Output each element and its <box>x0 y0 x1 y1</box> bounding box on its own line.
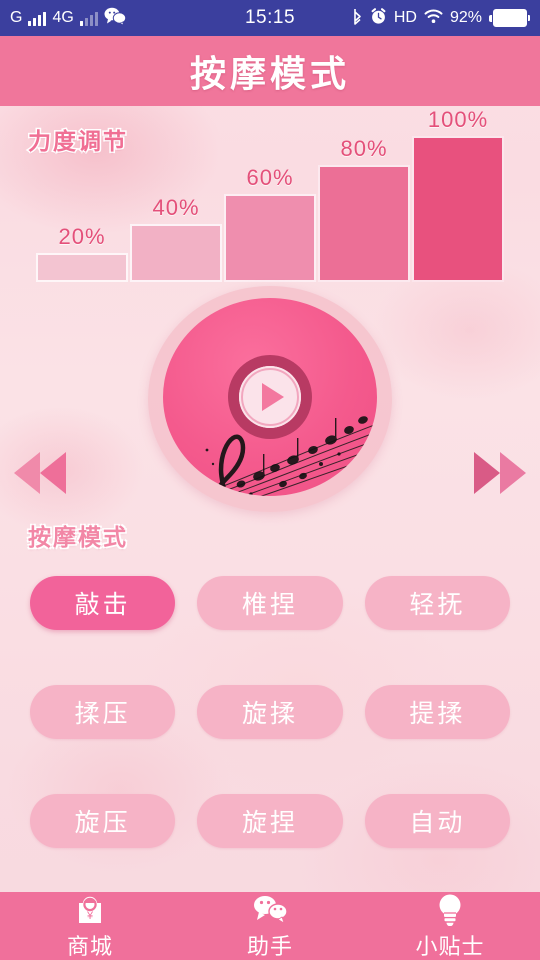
mode-button[interactable]: 自动 <box>364 794 510 848</box>
mode-button[interactable]: 敲击 <box>30 576 176 630</box>
previous-button[interactable] <box>14 452 66 494</box>
mode-button[interactable]: 揉压 <box>30 685 176 739</box>
nav-item-assistant[interactable]: 助手 <box>180 891 360 960</box>
nav-label-assistant: 助手 <box>246 934 293 959</box>
status-bar: G 4G 15:15 HD 92% <box>0 0 540 36</box>
forward-icon-left <box>474 452 500 494</box>
forward-icon-right <box>500 452 526 494</box>
play-button[interactable] <box>228 355 312 439</box>
play-triangle-icon <box>261 383 284 411</box>
mode-button[interactable]: 旋揉 <box>197 685 343 739</box>
intensity-bar-column[interactable]: 80% <box>318 136 410 282</box>
intensity-bar-column[interactable]: 60% <box>224 136 316 282</box>
mode-button[interactable]: 轻抚 <box>364 576 510 630</box>
intensity-bar[interactable] <box>130 223 222 282</box>
battery-icon <box>489 9 530 27</box>
play-button-ring <box>241 368 299 426</box>
rewind-icon-left <box>14 452 40 494</box>
intensity-bar-column[interactable]: 20% <box>36 136 128 282</box>
mode-button[interactable]: 旋捏 <box>197 794 343 848</box>
intensity-bar[interactable] <box>224 194 316 282</box>
rewind-icon-right <box>40 452 66 494</box>
mode-button[interactable]: 提揉 <box>364 685 510 739</box>
intensity-bar[interactable] <box>36 252 128 282</box>
massage-mode-label: 按摩模式 <box>28 524 128 550</box>
page-header: 按摩模式 <box>0 36 540 106</box>
intensity-bar[interactable] <box>318 165 410 282</box>
next-button[interactable] <box>474 452 526 494</box>
intensity-bars: 20% 40% 60% 80% 100% <box>36 107 504 282</box>
nav-item-store[interactable]: ¥ 商城 <box>0 891 180 960</box>
intensity-bar-value: 80% <box>340 136 388 162</box>
player-area <box>0 282 540 514</box>
chat-bubbles-icon <box>252 891 288 927</box>
intensity-bar-value: 100% <box>427 107 489 132</box>
intensity-bar-column[interactable]: 40% <box>130 136 222 282</box>
play-button-inner <box>239 366 301 428</box>
bottom-navigation: ¥ 商城 助手 小贴士 <box>0 892 540 960</box>
status-bar-clock: 15:15 <box>244 7 296 28</box>
massage-disc[interactable] <box>163 298 377 496</box>
app-root: G 4G 15:15 HD 92% 按摩模式 力度调节 20% 40% 60% … <box>0 0 540 960</box>
lightbulb-icon <box>436 891 464 927</box>
intensity-bar-value: 20% <box>58 223 106 249</box>
nav-label-tips: 小贴士 <box>415 934 485 959</box>
intensity-bar-value: 60% <box>246 165 294 191</box>
massage-mode-grid: 敲击 椎捏 轻抚揉压 旋揉 提揉旋压 旋捏 自动 <box>30 576 510 848</box>
nav-item-tips[interactable]: 小贴士 <box>360 891 540 960</box>
mode-button[interactable]: 椎捏 <box>197 576 343 630</box>
shopping-bag-icon: ¥ <box>73 891 107 927</box>
intensity-bar[interactable] <box>412 136 504 282</box>
page-title: 按摩模式 <box>189 53 350 94</box>
intensity-bar-column[interactable]: 100% <box>412 107 504 282</box>
intensity-chart: 力度调节 20% 40% 60% 80% 100% <box>0 106 540 282</box>
svg-text:¥: ¥ <box>86 910 94 922</box>
intensity-bar-value: 40% <box>152 194 200 220</box>
mode-button[interactable]: 旋压 <box>30 794 176 848</box>
nav-label-store: 商城 <box>66 934 113 959</box>
